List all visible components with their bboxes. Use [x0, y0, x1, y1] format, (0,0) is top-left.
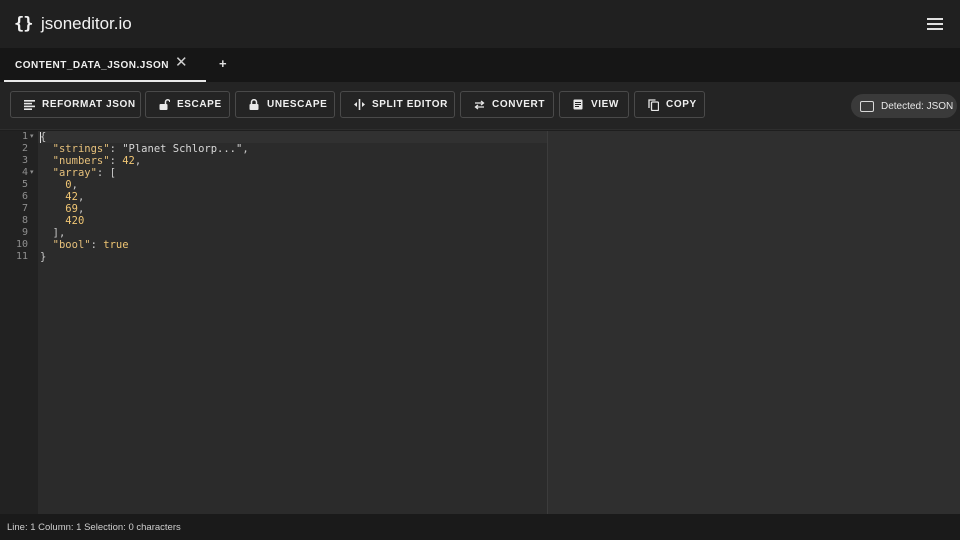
status-bar: Line: 1 Column: 1 Selection: 0 character… [0, 514, 960, 540]
line-number: 7 [21, 203, 28, 214]
detected-format-label: Detected: JSON [881, 100, 954, 112]
lock-icon [248, 99, 260, 111]
reformat-json-button[interactable]: REFORMAT JSON [10, 91, 141, 118]
document-icon [572, 99, 584, 111]
json-key: "strings" [52, 143, 110, 155]
unescape-label: UNESCAPE [267, 99, 328, 110]
json-number-value: 42 [65, 191, 78, 203]
line-number: 6 [21, 191, 28, 202]
json-bool-value: true [103, 239, 129, 251]
code-line: "bool": true [52, 239, 129, 251]
fold-toggle-icon[interactable]: ▾ [30, 131, 34, 143]
copy-icon [647, 98, 659, 111]
split-editor-label: SPLIT EDITOR [372, 99, 448, 110]
split-editor-button[interactable]: SPLIT EDITOR [340, 91, 455, 118]
braces-logo-icon: {} [14, 14, 33, 34]
json-string-value: "Planet Schlorp..." [122, 143, 243, 155]
escape-button[interactable]: ESCAPE [145, 91, 230, 118]
tab-close-icon[interactable]: ✕ [175, 55, 188, 71]
line-number: 4 [21, 167, 28, 178]
active-line-highlight [38, 131, 547, 143]
json-key: "numbers" [52, 155, 110, 167]
format-detect-icon [860, 100, 874, 112]
tab-bar: CONTENT_DATA_JSON.JSON ✕ + [0, 48, 960, 82]
view-button[interactable]: VIEW [559, 91, 629, 118]
convert-label: CONVERT [492, 99, 546, 110]
copy-label: COPY [666, 99, 697, 110]
convert-button[interactable]: CONVERT [460, 91, 554, 118]
code-line: 420 [40, 215, 84, 227]
line-number: 2 [21, 143, 28, 154]
escape-label: ESCAPE [177, 99, 222, 110]
code-line: 0, [65, 179, 78, 191]
unescape-button[interactable]: UNESCAPE [235, 91, 335, 118]
swap-icon [473, 99, 485, 111]
view-label: VIEW [591, 99, 619, 110]
cursor-position-status: Line: 1 Column: 1 Selection: 0 character… [7, 521, 181, 533]
code-line: "numbers": 42, [52, 155, 142, 167]
line-number: 1 [21, 131, 28, 142]
line-number: 9 [21, 227, 28, 238]
split-viewer-pane[interactable] [547, 131, 960, 514]
fold-toggle-icon[interactable]: ▾ [30, 167, 34, 179]
code-line: ], [52, 227, 66, 239]
line-number: 10 [15, 239, 28, 250]
toolbar: REFORMAT JSON ESCAPE UNESCAPE SPLIT EDIT… [0, 82, 960, 130]
copy-button[interactable]: COPY [634, 91, 705, 118]
json-number-value: 69 [65, 203, 78, 215]
code-line: } [40, 251, 47, 263]
tab-label: CONTENT_DATA_JSON.JSON [15, 59, 169, 71]
line-number: 8 [21, 215, 28, 226]
json-key: "array" [52, 167, 97, 179]
line-number: 3 [21, 155, 28, 166]
json-number-value: 42 [122, 155, 135, 167]
split-icon [353, 99, 365, 111]
json-number-value: 420 [65, 215, 85, 227]
code-line: 42, [65, 191, 85, 203]
code-line: { [40, 131, 47, 143]
code-editor[interactable]: 1 ▾ 2 3 4 ▾ 5 6 7 8 9 10 11 { "strings": "Planet Sch… [0, 131, 547, 514]
align-left-icon [23, 99, 35, 111]
hamburger-menu-icon[interactable] [926, 15, 944, 33]
top-bar: {} jsoneditor.io [0, 0, 960, 48]
line-number: 5 [21, 179, 28, 190]
unlock-icon [158, 99, 170, 111]
code-line: "array": [ [52, 167, 116, 179]
reformat-json-label: REFORMAT JSON [42, 99, 136, 110]
line-number: 11 [15, 251, 28, 262]
code-line: 69, [65, 203, 85, 215]
code-line: "strings": "Planet Schlorp...", [52, 143, 249, 155]
brand-name[interactable]: jsoneditor.io [41, 14, 132, 34]
add-tab-button[interactable]: + [219, 56, 227, 71]
json-key: "bool" [52, 239, 91, 251]
detected-format-badge: Detected: JSON [851, 94, 957, 118]
